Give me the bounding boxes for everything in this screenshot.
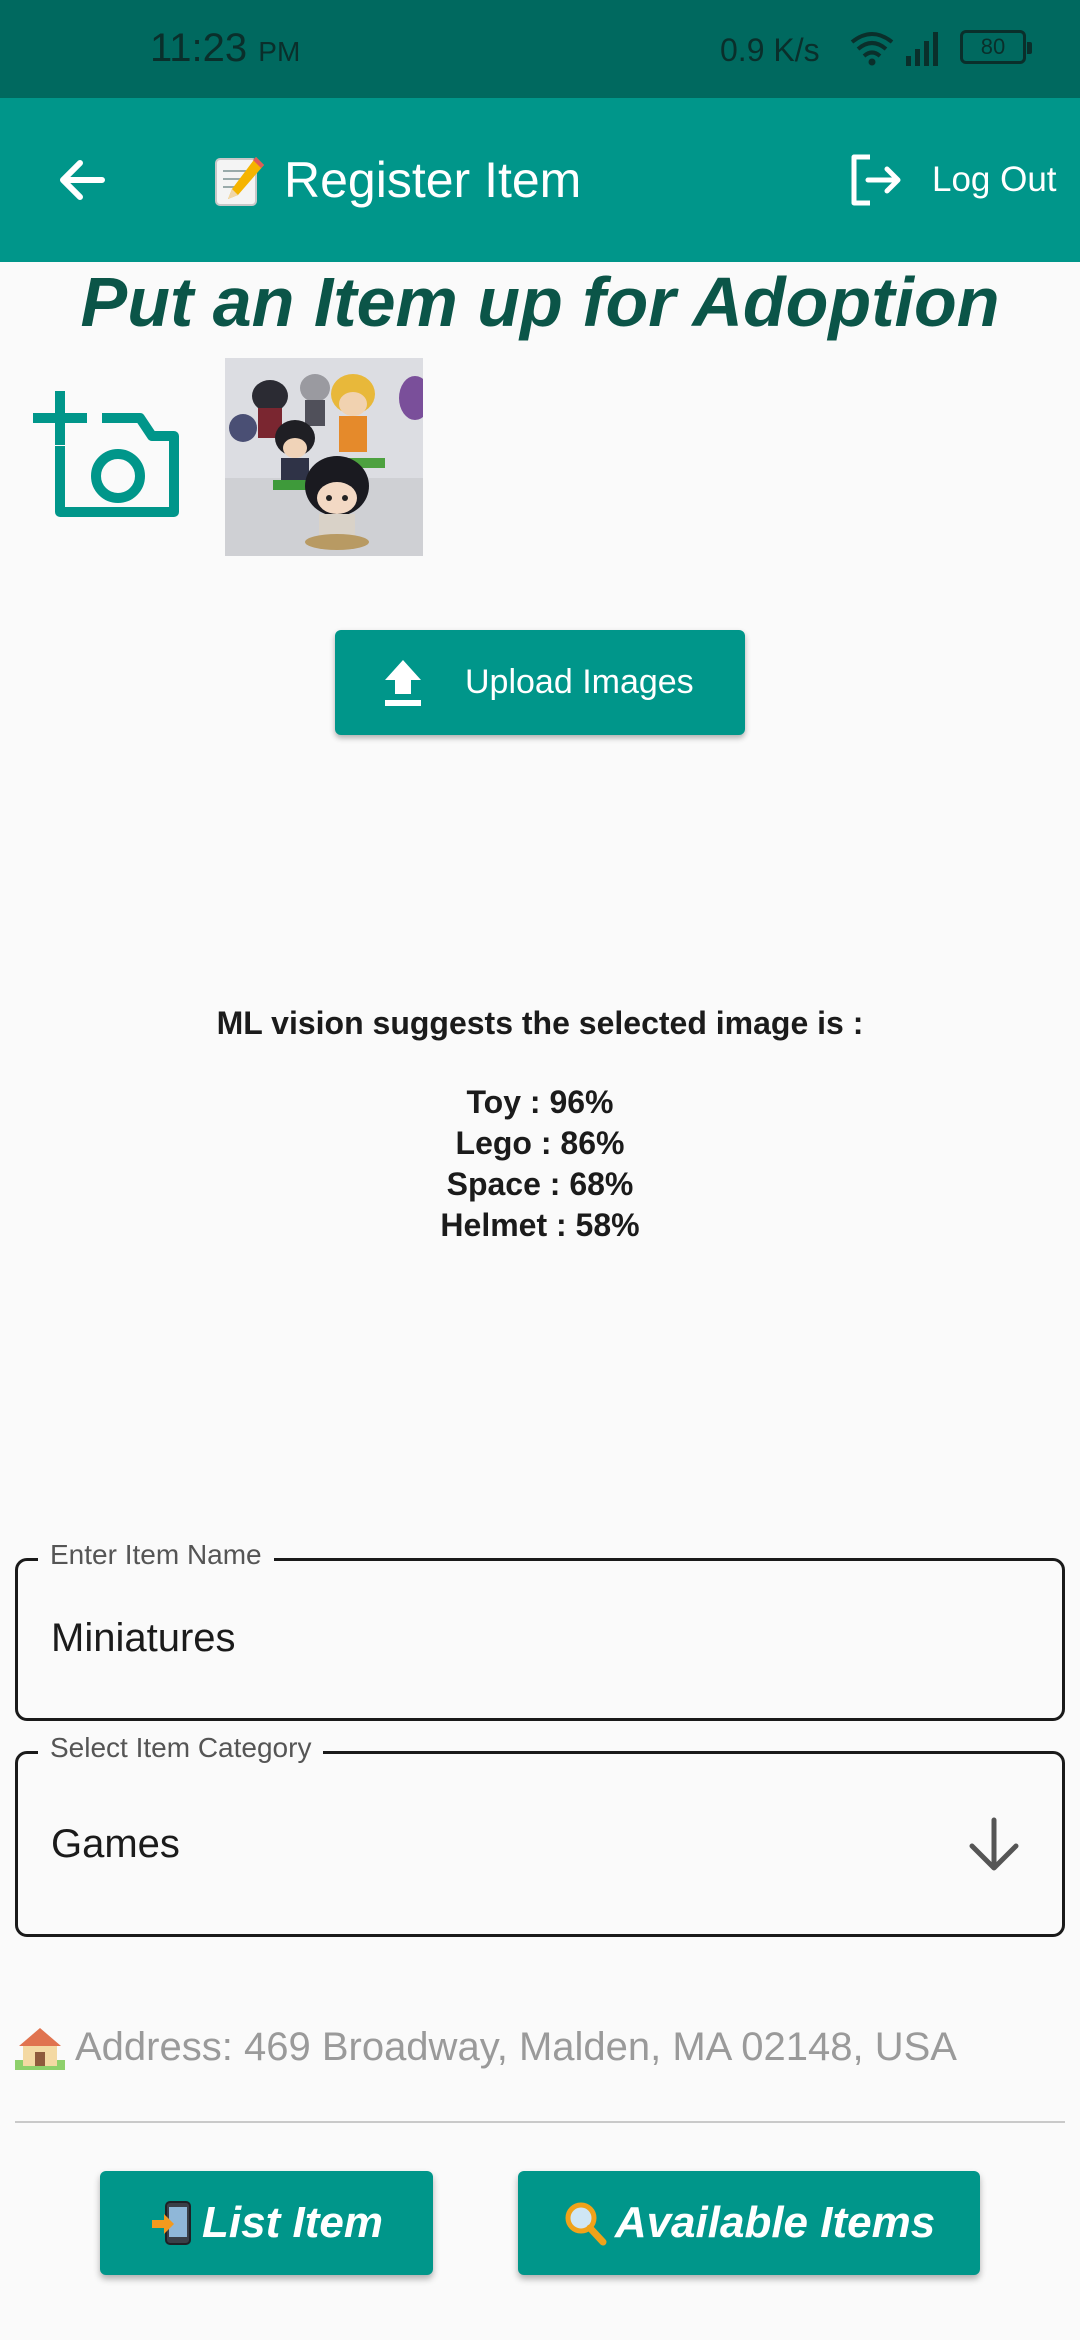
house-icon	[15, 2028, 65, 2070]
arrow-down-icon	[969, 1817, 1019, 1871]
logout-button[interactable]: Log Out	[844, 142, 1057, 218]
address-row: Address: 469 Broadway, Malden, MA 02148,…	[15, 2022, 957, 2072]
selected-image-thumbnail[interactable]	[225, 358, 423, 556]
wifi-icon	[850, 32, 894, 66]
network-speed: 0.9 K/s	[720, 32, 820, 68]
ml-heading: ML vision suggests the selected image is…	[216, 1005, 864, 1041]
ml-suggestions: ML vision suggests the selected image is…	[0, 1005, 1080, 1246]
item-name-label: Enter Item Name	[38, 1539, 274, 1571]
ml-suggestion-item: Space : 68%	[446, 1166, 634, 1202]
address-text: Address: 469 Broadway, Malden, MA 02148,…	[75, 2024, 957, 2069]
upload-images-button[interactable]: Upload Images	[335, 630, 745, 735]
figurines-image	[225, 358, 423, 556]
page-title: Register Item	[284, 152, 582, 208]
status-time-ampm: PM	[258, 36, 301, 67]
upload-images-label: Upload Images	[465, 663, 694, 701]
item-category-select[interactable]: Select Item Category Games	[15, 1732, 1065, 1937]
item-name-field[interactable]: Enter Item Name Miniatures	[15, 1539, 1065, 1721]
item-category-value: Games	[51, 1822, 180, 1866]
ml-suggestion-item: Lego : 86%	[455, 1125, 625, 1161]
logout-label: Log Out	[932, 160, 1057, 199]
logout-icon	[851, 154, 901, 206]
mobile-arrow-icon	[152, 2201, 192, 2245]
ml-suggestion-item: Toy : 96%	[466, 1084, 614, 1120]
back-arrow-icon[interactable]	[50, 148, 114, 212]
app-title-group: Register Item	[210, 148, 581, 212]
available-items-button[interactable]: Available Items	[518, 2171, 980, 2275]
main-heading: Put an Item up for Adoption	[80, 263, 1000, 341]
magnifier-icon	[565, 2202, 607, 2246]
list-item-button[interactable]: List Item	[100, 2171, 433, 2275]
status-time: 11:23 PM	[150, 26, 300, 71]
available-items-label: Available Items	[614, 2198, 936, 2247]
ml-suggestion-item: Helmet : 58%	[440, 1207, 640, 1243]
upload-icon	[385, 660, 421, 706]
status-time-value: 11:23	[150, 26, 248, 70]
ml-suggestion-list: Toy : 96% Lego : 86% Space : 68% Helmet …	[0, 1082, 1080, 1246]
add-photo-icon[interactable]	[30, 388, 180, 528]
item-name-value: Miniatures	[51, 1616, 236, 1660]
memo-icon	[215, 157, 264, 206]
status-bar: 11:23 PM 0.9 K/s 80	[0, 0, 1080, 98]
battery-icon: 80	[960, 30, 1032, 64]
list-item-label: List Item	[202, 2198, 383, 2247]
app-bar: Register Item Log Out	[0, 98, 1080, 262]
signal-icon	[906, 32, 938, 66]
divider	[15, 2121, 1065, 2123]
item-category-label: Select Item Category	[38, 1732, 324, 1764]
